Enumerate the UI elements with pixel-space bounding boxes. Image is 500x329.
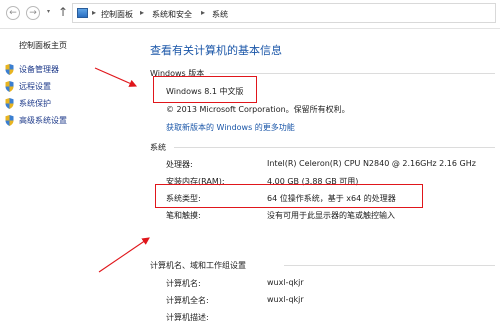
- annotation-arrow-to-edition: [94, 67, 138, 87]
- annotation-arrows: [94, 67, 150, 273]
- annotation-arrow-to-system-type: [98, 237, 150, 273]
